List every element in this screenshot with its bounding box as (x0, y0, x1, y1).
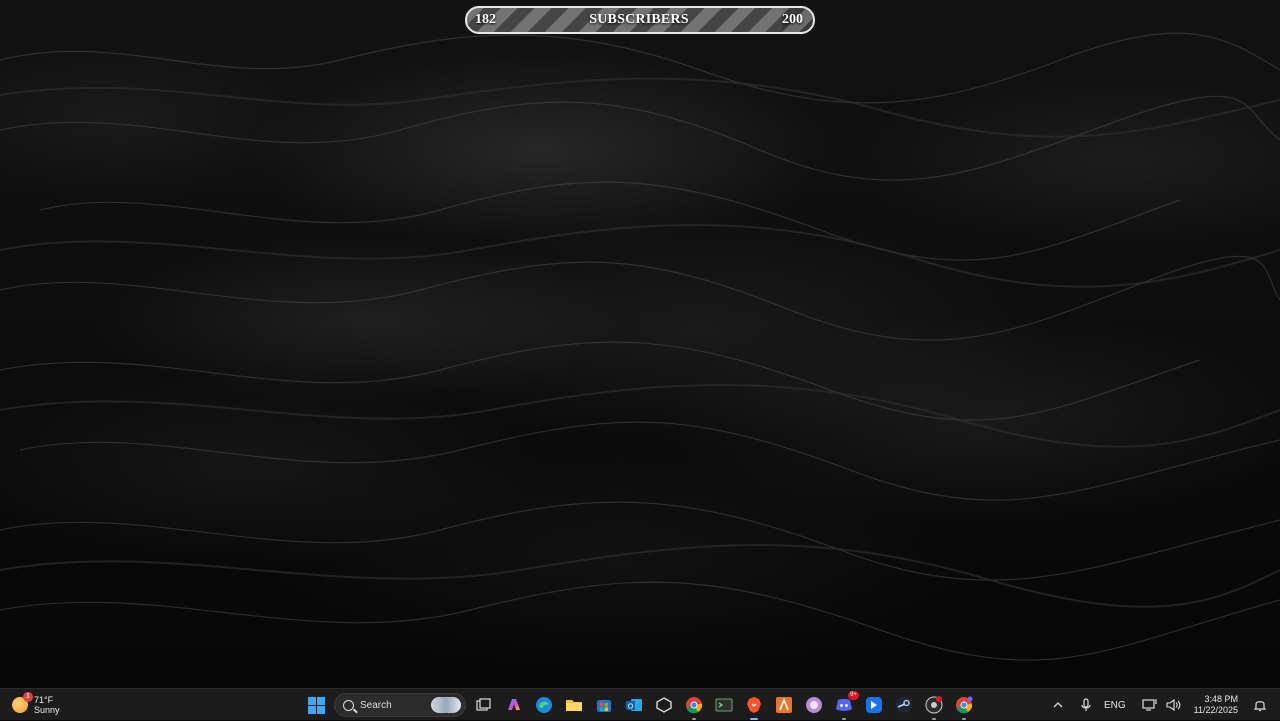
app-blue-button[interactable] (862, 693, 886, 717)
notification-bell-icon (1253, 701, 1267, 712)
app-icon (866, 697, 882, 713)
outlook-button[interactable]: O (622, 693, 646, 717)
taskbar-apps: Search O 9+ (300, 689, 976, 721)
discord-button[interactable]: 9+ (832, 691, 859, 720)
outlook-icon: O (626, 699, 642, 711)
network-icon (1142, 699, 1157, 711)
goal-target-count: 200 (782, 12, 803, 27)
windows-icon (307, 696, 325, 714)
task-view-button[interactable] (472, 693, 496, 717)
microphone-icon (1081, 698, 1091, 711)
microphone-button[interactable] (1074, 693, 1098, 717)
brave-icon (747, 697, 761, 713)
steam-icon (896, 697, 912, 713)
search-box[interactable]: Search (334, 693, 466, 717)
chrome-button[interactable] (682, 693, 706, 720)
weather-condition: Sunny (34, 705, 60, 715)
app-round-button[interactable] (802, 693, 826, 717)
show-hidden-icons-button[interactable] (1046, 693, 1070, 717)
a-icon (776, 697, 792, 713)
copilot-icon (508, 699, 520, 710)
network-button[interactable] (1138, 693, 1162, 717)
search-icon (343, 699, 354, 711)
terminal-icon (715, 698, 733, 712)
language-indicator[interactable]: ENG (1104, 700, 1126, 711)
discord-notification-badge: 9+ (848, 691, 859, 700)
search-highlight-image (431, 697, 461, 713)
circle-icon (806, 697, 822, 713)
edge-icon (536, 697, 552, 713)
cube-icon (656, 697, 672, 713)
clock-date: 11/22/2025 (1193, 705, 1238, 715)
goal-current-count: 182 (475, 12, 496, 27)
brave-button[interactable] (742, 693, 766, 720)
system-tray: ENG 3:48 PM 11/22/2025 (1046, 689, 1280, 721)
svg-text:O: O (628, 704, 634, 711)
subscriber-goal-bar: 182 SUBSCRIBERS 200 (465, 6, 815, 34)
record-icon (925, 696, 943, 714)
obs-button[interactable] (922, 693, 946, 720)
taskbar: 1 71°F Sunny Search O 9+ ENG 3:48 PM 11/… (0, 688, 1280, 720)
notification-center-button[interactable] (1248, 693, 1272, 717)
volume-icon (1166, 698, 1181, 712)
chrome-profile-button[interactable] (952, 693, 976, 720)
store-icon (597, 700, 611, 712)
app-orange-button[interactable] (772, 693, 796, 717)
sun-icon: 1 (12, 692, 33, 713)
task-view-icon (476, 698, 491, 711)
chrome-icon (686, 697, 703, 714)
clock[interactable]: 3:48 PM 11/22/2025 (1194, 694, 1238, 716)
clock-time: 3:48 PM (1204, 694, 1238, 704)
desktop-wallpaper (0, 0, 1280, 688)
start-button[interactable] (304, 693, 328, 717)
app-button[interactable] (652, 693, 676, 717)
edge-button[interactable] (532, 693, 556, 717)
chevron-up-icon (1053, 702, 1063, 708)
search-label: Search (360, 699, 392, 711)
wave-texture (0, 32, 1280, 661)
terminal-button[interactable] (712, 693, 736, 717)
weather-temp: 71°F (34, 695, 54, 705)
goal-label: SUBSCRIBERS (589, 12, 689, 27)
store-button[interactable] (592, 693, 616, 717)
file-explorer-button[interactable] (562, 693, 586, 717)
steam-button[interactable] (892, 693, 916, 717)
weather-badge: 1 (23, 692, 33, 702)
copilot-button[interactable] (502, 693, 526, 717)
volume-button[interactable] (1162, 693, 1186, 717)
folder-icon (566, 700, 582, 711)
weather-widget[interactable]: 1 71°F Sunny (12, 692, 60, 717)
chrome-icon (956, 696, 973, 714)
